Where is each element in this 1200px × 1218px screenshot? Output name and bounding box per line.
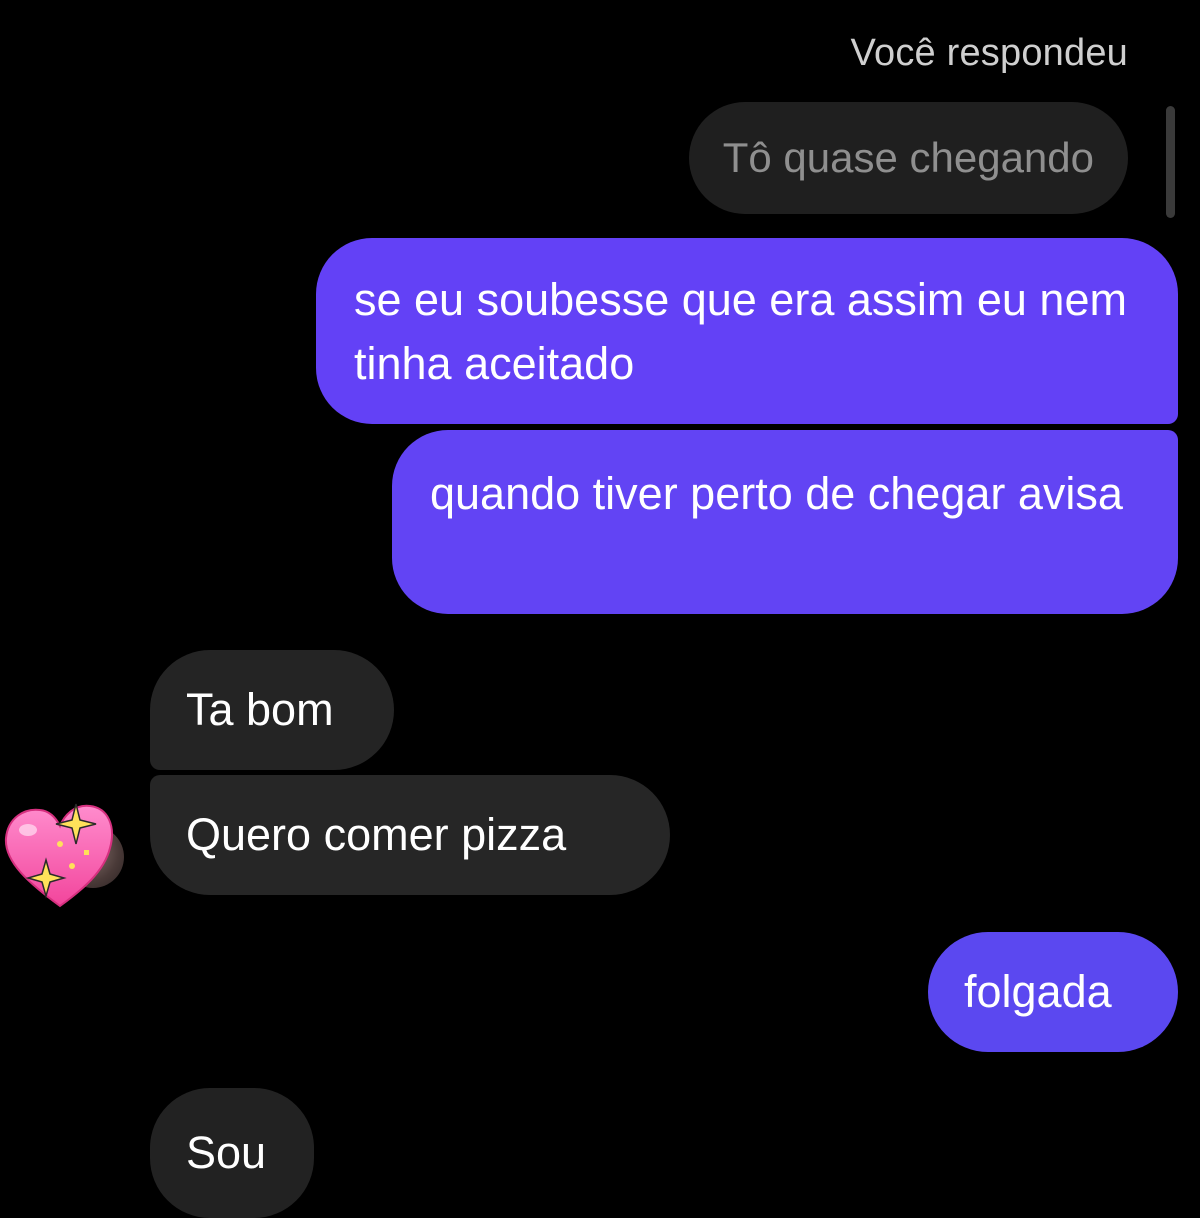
reply-indicator-bar xyxy=(1166,106,1175,218)
message-text: Quero comer pizza xyxy=(186,809,567,860)
message-text: Ta bom xyxy=(186,684,334,735)
message-bubble-received[interactable]: Sou xyxy=(150,1088,314,1218)
message-bubble-sent[interactable]: se eu soubesse que era assim eu nem tinh… xyxy=(316,238,1178,424)
message-text: Sou xyxy=(186,1127,267,1178)
message-text: quando tiver perto de chegar avisa xyxy=(430,468,1123,519)
sparkling-heart-icon xyxy=(4,803,113,908)
message-bubble-sent[interactable]: folgada xyxy=(928,932,1178,1052)
message-bubble-received[interactable]: Quero comer pizza xyxy=(150,775,670,895)
message-bubble-sent[interactable]: quando tiver perto de chegar avisa xyxy=(392,430,1178,614)
message-text: folgada xyxy=(964,966,1112,1017)
message-bubble-received[interactable]: Ta bom xyxy=(150,650,394,770)
message-text: se eu soubesse que era assim eu nem tinh… xyxy=(354,274,1127,389)
quoted-message[interactable]: Tô quase chegando xyxy=(688,102,1128,214)
reply-label: Você respondeu xyxy=(850,32,1128,74)
